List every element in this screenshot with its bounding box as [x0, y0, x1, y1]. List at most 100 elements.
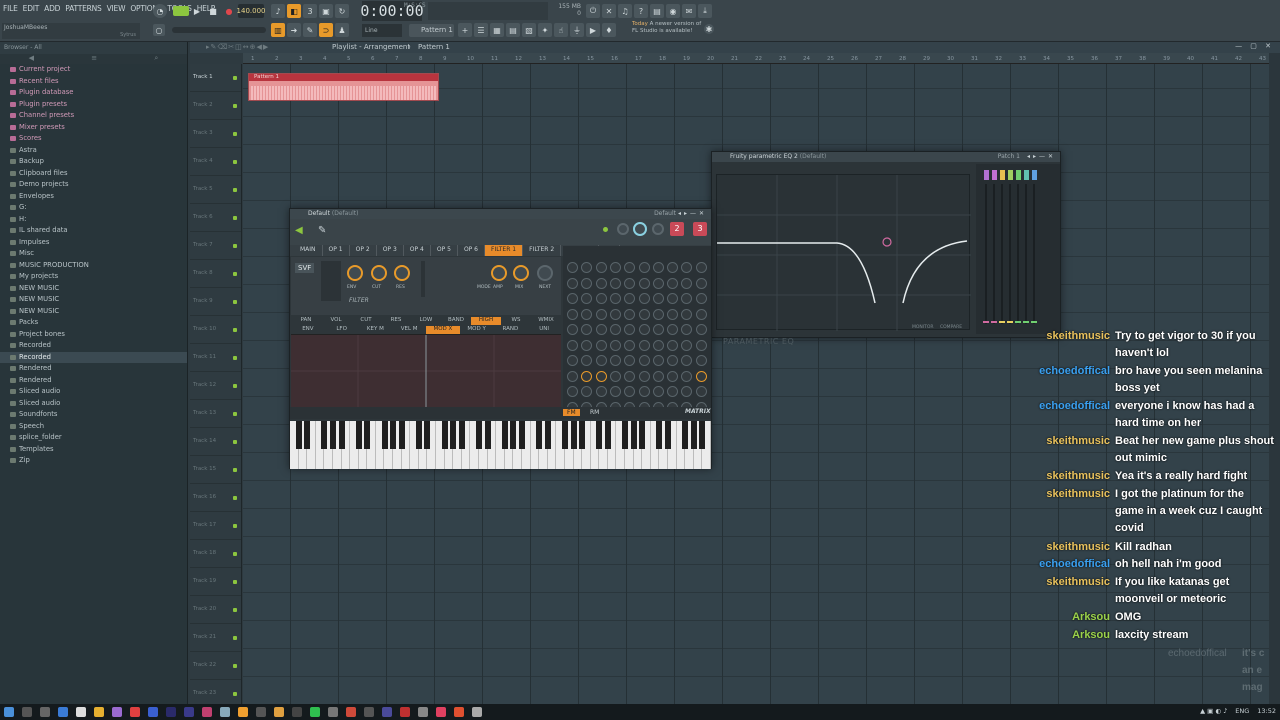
matrix-cell[interactable] [667, 262, 679, 273]
matrix-cell[interactable] [652, 339, 664, 351]
mod-target-tab[interactable]: WS [501, 317, 531, 325]
browser-item[interactable]: H: [0, 214, 187, 226]
search-icon[interactable] [22, 707, 32, 717]
matrix-cell[interactable] [681, 308, 693, 320]
tray-language[interactable]: ENG [1235, 707, 1249, 715]
pattern-select[interactable]: Pattern 1 [409, 24, 454, 37]
matrix-cell[interactable] [652, 293, 664, 304]
track-mute-led[interactable] [233, 664, 237, 668]
track-mute-led[interactable] [233, 440, 237, 444]
matrix-cell[interactable] [667, 293, 679, 304]
matrix-cell[interactable] [667, 277, 679, 289]
track-header[interactable]: Track 12 [190, 372, 241, 400]
track-header[interactable]: Track 20 [190, 596, 241, 624]
track-mute-led[interactable] [233, 524, 237, 528]
matrix-cell[interactable] [624, 308, 636, 320]
sytrus-tab[interactable]: MAIN [294, 245, 323, 256]
piano-black-key[interactable] [338, 421, 345, 449]
cut-knob[interactable] [371, 265, 387, 281]
browser-item[interactable]: Clipboard files [0, 168, 187, 180]
matrix-cell[interactable] [595, 293, 607, 304]
matrix-cell[interactable] [681, 339, 693, 351]
tray-clock[interactable]: 13:52 [1257, 707, 1276, 715]
track-header[interactable]: Track 10 [190, 316, 241, 344]
matrix-cell[interactable] [581, 262, 593, 273]
browser-item[interactable]: Scores [0, 133, 187, 145]
app-icon-9[interactable] [328, 707, 338, 717]
matrix-cell[interactable] [567, 293, 578, 304]
track-mute-led[interactable] [233, 552, 237, 556]
browser-icon[interactable]: ▧ [522, 23, 536, 37]
pattern-clip[interactable]: Pattern 1 [248, 73, 439, 101]
matrix-cell[interactable] [609, 386, 621, 397]
matrix-cell[interactable] [638, 277, 650, 289]
playlist-tools-icon[interactable]: ▸✎⌫✂◫↔⊕◀▶ [206, 43, 269, 51]
matrix-cell[interactable] [681, 370, 693, 382]
track-mute-led[interactable] [233, 216, 237, 220]
matrix-cell[interactable] [624, 339, 636, 351]
matrix-cell[interactable] [609, 293, 621, 304]
browser-item[interactable]: Mixer presets [0, 122, 187, 134]
matrix-cell[interactable] [638, 308, 650, 320]
matrix-cell[interactable] [681, 293, 693, 304]
track-header[interactable]: Track 9 [190, 288, 241, 316]
mod-source-tab[interactable]: VEL M [392, 326, 426, 334]
rm-button[interactable]: RM [590, 409, 599, 416]
pitch-knob-icon[interactable]: ○ [153, 24, 165, 36]
matrix-cell[interactable] [667, 308, 679, 320]
track-mute-led[interactable] [233, 356, 237, 360]
matrix-cell[interactable] [638, 386, 650, 397]
help-icon[interactable]: ? [634, 4, 648, 18]
matrix-cell[interactable] [609, 277, 621, 289]
amp-knob[interactable] [491, 265, 507, 281]
browser-item[interactable]: Templates [0, 444, 187, 456]
master-volume-knob-icon[interactable]: ◔ [153, 4, 167, 18]
playlist-view-icon[interactable]: ▥ [271, 23, 285, 37]
app-icon-11[interactable] [364, 707, 374, 717]
env-knob[interactable] [347, 265, 363, 281]
app-icon-2[interactable] [112, 707, 122, 717]
app-icon-8[interactable] [292, 707, 302, 717]
matrix-cell[interactable] [624, 262, 636, 273]
matrix-cell[interactable] [695, 370, 707, 382]
app-icon-4[interactable] [202, 707, 212, 717]
pan-knob[interactable] [617, 223, 629, 235]
premiere-icon[interactable] [166, 707, 176, 717]
browser-item[interactable]: Project bones [0, 329, 187, 341]
eq-band-sliders[interactable] [976, 164, 1060, 334]
browser-item[interactable]: Impulses [0, 237, 187, 249]
matrix-cell[interactable] [581, 339, 593, 351]
piano-black-key[interactable] [295, 421, 302, 449]
sytrus-tab[interactable]: FILTER 1 [485, 245, 524, 256]
matrix-cell[interactable] [681, 277, 693, 289]
piano-black-key[interactable] [355, 421, 362, 449]
mod-source-tab[interactable]: UNI [527, 326, 561, 334]
matrix-cell[interactable] [581, 308, 593, 320]
matrix-cell[interactable] [667, 324, 679, 335]
track-header[interactable]: Track 1 [190, 64, 241, 92]
browser-item[interactable]: Astra [0, 145, 187, 157]
matrix-cell[interactable] [581, 324, 593, 335]
track-mute-led[interactable] [233, 608, 237, 612]
matrix-cell[interactable] [624, 293, 636, 304]
track-header[interactable]: Track 5 [190, 176, 241, 204]
matrix-cell[interactable] [609, 262, 621, 273]
piano-black-key[interactable] [561, 421, 568, 449]
timeline-ruler[interactable]: 1 2 3 4 5 6 7 8 9 10 11 12 13 14 15 16 17 18 19 20 21 22 23 24 2… [243, 53, 1269, 64]
filter-type-select[interactable]: SVF [295, 263, 315, 273]
sytrus-tab[interactable]: OP 2 [350, 245, 377, 256]
matrix-cell[interactable] [652, 277, 664, 289]
track-mute-led[interactable] [233, 636, 237, 640]
matrix-cell[interactable] [638, 370, 650, 382]
piano-black-key[interactable] [579, 421, 586, 449]
piano-black-key[interactable] [682, 421, 689, 449]
matrix-cell[interactable] [624, 386, 636, 397]
mod-target-tab[interactable]: WMIX [531, 317, 561, 325]
piano-black-key[interactable] [630, 421, 637, 449]
app-icon-12[interactable] [382, 707, 392, 717]
matrix-cell[interactable] [652, 262, 664, 273]
browser-item[interactable]: G: [0, 202, 187, 214]
sytrus-tab[interactable]: OP 4 [404, 245, 431, 256]
track-header[interactable]: Track 3 [190, 120, 241, 148]
track-header[interactable]: Track 4 [190, 148, 241, 176]
